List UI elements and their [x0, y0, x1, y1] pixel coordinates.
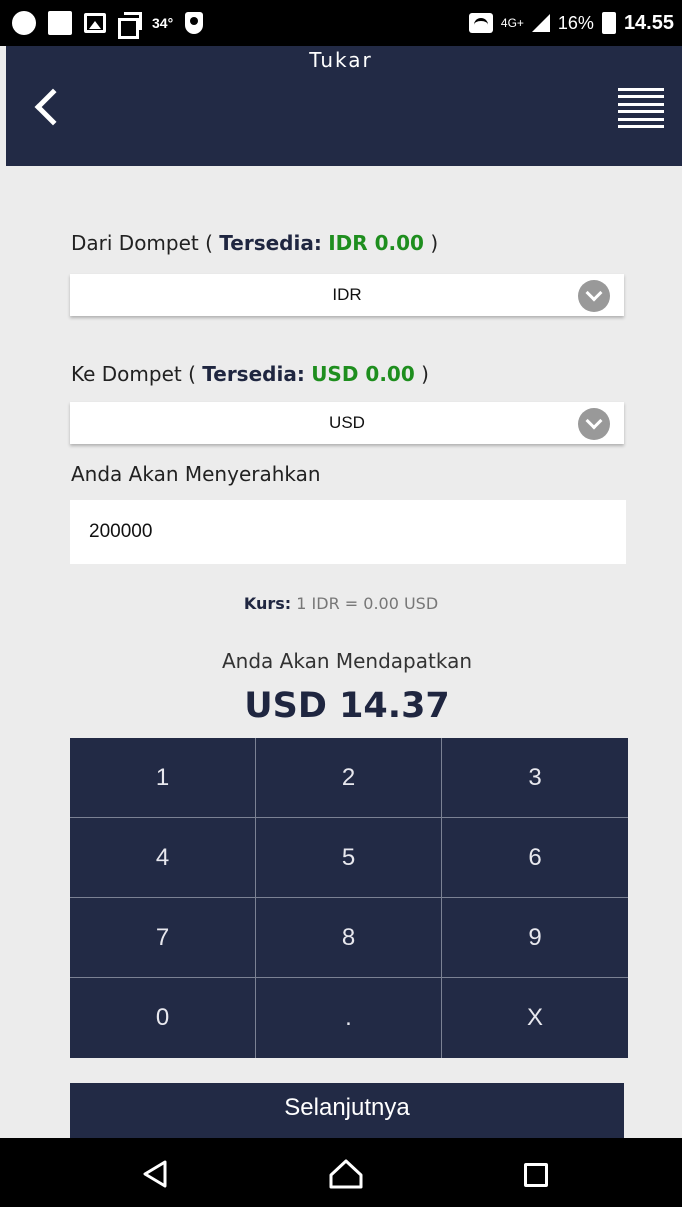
keypad-key-1[interactable]: 1 — [70, 738, 256, 818]
from-wallet-label-suffix: ) — [423, 231, 439, 255]
chevron-down-icon — [578, 280, 610, 312]
temperature-text: 34° — [152, 15, 174, 31]
keypad-key-decimal[interactable]: . — [256, 978, 442, 1058]
chevron-left-icon — [34, 88, 72, 126]
from-wallet-available-value: IDR 0.00 — [328, 231, 424, 255]
battery-icon — [601, 12, 616, 34]
keypad-key-5[interactable]: 5 — [256, 818, 442, 898]
exchange-rate-value: 1 IDR = 0.00 USD — [291, 594, 439, 613]
status-bar-system: 4G+ 16% 14.55 — [468, 10, 674, 36]
exchange-rate: Kurs: 1 IDR = 0.00 USD — [0, 594, 682, 613]
gallery-icon — [84, 13, 106, 33]
keypad-key-3[interactable]: 3 — [442, 738, 628, 818]
to-wallet-available-value: USD 0.00 — [311, 362, 415, 386]
shield-icon — [185, 12, 204, 34]
menu-icon-line — [618, 88, 664, 91]
chevron-down-icon — [578, 408, 610, 440]
notification-dot-icon — [12, 11, 36, 35]
from-wallet-label: Dari Dompet ( Tersedia: IDR 0.00 ) — [71, 231, 438, 255]
menu-icon-line — [618, 124, 664, 128]
to-wallet-selected-value: USD — [329, 413, 365, 432]
page-title: Tukar — [309, 48, 373, 72]
to-wallet-label-prefix: Ke Dompet ( — [71, 362, 203, 386]
keypad-key-7[interactable]: 7 — [70, 898, 256, 978]
to-wallet-select[interactable]: USD — [70, 402, 624, 444]
menu-icon-line — [618, 117, 664, 121]
to-wallet-label-suffix: ) — [414, 362, 429, 386]
nav-home-icon[interactable] — [329, 1159, 363, 1189]
clock-text: 14.55 — [623, 11, 674, 34]
signal-icon — [531, 14, 550, 32]
nav-back-icon[interactable] — [142, 1160, 168, 1188]
menu-icon-line — [618, 110, 664, 114]
to-wallet-label: Ke Dompet ( Tersedia: USD 0.00 ) — [71, 362, 429, 386]
from-wallet-selected-value: IDR — [332, 285, 362, 304]
next-button[interactable]: Selanjutnya — [70, 1083, 624, 1138]
battery-percent-text: 16% — [557, 12, 594, 33]
receive-label: Anda Akan Mendapatkan — [221, 649, 472, 673]
keypad-key-2[interactable]: 2 — [256, 738, 442, 818]
keypad-key-delete[interactable]: X — [442, 978, 628, 1058]
menu-icon-line — [618, 95, 664, 99]
keypad-key-8[interactable]: 8 — [256, 898, 442, 978]
keypad-key-0[interactable]: 0 — [70, 978, 256, 1058]
system-nav-bar — [0, 1138, 682, 1207]
back-button[interactable] — [34, 84, 76, 132]
copy-icon — [118, 12, 142, 39]
notification-square-icon — [48, 11, 72, 35]
to-wallet-available-label: Tersedia: — [202, 362, 305, 386]
give-amount-input[interactable] — [70, 500, 626, 564]
wifi-icon — [468, 13, 493, 33]
receive-amount: USD 14.37 — [244, 686, 450, 726]
keypad-key-4[interactable]: 4 — [70, 818, 256, 898]
from-wallet-label-prefix: Dari Dompet ( — [71, 231, 220, 255]
network-type-text: 4G+ — [500, 15, 524, 30]
status-bar-notifications: 34° — [12, 10, 204, 39]
status-bar: 34° 4G+ 16% 14.55 — [0, 0, 682, 46]
give-amount-label: Anda Akan Menyerahkan — [71, 462, 321, 486]
numeric-keypad: 1 2 3 4 5 6 7 8 9 0 . X — [70, 738, 628, 1058]
from-wallet-available-label: Tersedia: — [219, 231, 322, 255]
from-wallet-select[interactable]: IDR — [70, 274, 624, 316]
keypad-key-6[interactable]: 6 — [442, 818, 628, 898]
menu-button[interactable] — [618, 88, 664, 128]
exchange-rate-label: Kurs: — [243, 594, 292, 613]
nav-recent-apps-icon[interactable] — [524, 1163, 548, 1187]
menu-icon-line — [618, 102, 664, 106]
keypad-key-9[interactable]: 9 — [442, 898, 628, 978]
